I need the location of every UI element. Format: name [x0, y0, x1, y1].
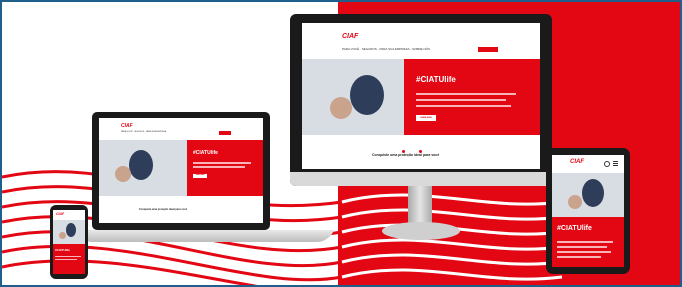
cta-button[interactable]: SAIBA MAIS [193, 174, 207, 178]
nav-item[interactable]: PARA VOCÊ [121, 131, 132, 133]
nav-menu: PARA VOCÊ · SEGUROS · PARA SUA EMPRESA ·… [342, 47, 430, 51]
hero-panel: #CIATUlife [552, 217, 624, 267]
hero-image [53, 220, 85, 244]
mother-image [66, 223, 76, 237]
hashtag: #CIATUlife [557, 225, 592, 232]
desktop-screen: CIAF PARA VOCÊ · SEGUROS · PARA SUA EMPR… [302, 23, 540, 169]
hashtag: #CIATUlife [55, 248, 70, 252]
baby-image [115, 166, 131, 182]
hero-banner: #CIATUlife SAIBA MAIS [99, 140, 263, 196]
tablet-screen: CIAF #CIATUlife [552, 155, 624, 267]
nav-item[interactable]: PARA SUA EMPRESA [146, 131, 166, 133]
cta-button[interactable]: SAIBA MAIS [416, 115, 436, 121]
mother-image [350, 75, 384, 115]
laptop: CIAF PARA VOCÊ · SEGUROS · PARA SUA EMPR… [79, 112, 334, 252]
header-button[interactable] [478, 47, 498, 52]
menu-icon[interactable] [613, 161, 618, 166]
carousel-dots[interactable] [402, 140, 436, 153]
nav-item[interactable]: PARA SUA EMPRESA [379, 47, 409, 51]
hero-panel: #CIATUlife SAIBA MAIS [187, 140, 263, 196]
nav-item[interactable]: SOBRE NÓS [412, 47, 430, 51]
mother-image [582, 179, 604, 207]
baby-image [568, 195, 582, 209]
phone-screen: CIAF #CIATUlife [53, 210, 85, 274]
monitor-stand-base [382, 222, 460, 240]
hero-banner: #CIATUlife SAIBA MAIS [302, 59, 540, 135]
hero-image [552, 173, 624, 217]
nav-item[interactable]: SEGUROS [134, 131, 144, 133]
hero-panel: #CIATUlife SAIBA MAIS [404, 59, 540, 135]
hero-panel: #CIATUlife [53, 244, 85, 274]
nav-menu: PARA VOCÊ · SEGUROS · PARA SUA EMPRESA [121, 131, 167, 133]
brand-logo: CIAF [570, 159, 584, 165]
section-caption: Conquiste uma proteção ideal para você [372, 153, 440, 157]
brand-logo: CIAF [342, 33, 359, 40]
monitor-stand-neck [408, 186, 432, 226]
brand-logo: CIAF [121, 123, 133, 129]
smartphone: CIAF #CIATUlife [50, 205, 88, 279]
showcase-frame: CIAF PARA VOCÊ · SEGUROS · PARA SUA EMPR… [0, 0, 682, 287]
header-button[interactable] [219, 131, 231, 135]
hashtag: #CIATUlife [193, 150, 218, 156]
tablet: CIAF #CIATUlife [546, 148, 630, 274]
search-icon[interactable] [604, 161, 610, 167]
hashtag: #CIATUlife [416, 75, 456, 84]
laptop-base [79, 230, 334, 242]
mother-image [129, 150, 153, 180]
brand-logo: CIAF [56, 212, 65, 216]
section-caption: Conquiste uma proteção ideal para você [139, 208, 188, 211]
nav-item[interactable]: SEGUROS [362, 47, 377, 51]
laptop-screen: CIAF PARA VOCÊ · SEGUROS · PARA SUA EMPR… [99, 118, 263, 223]
baby-image [59, 232, 66, 239]
nav-item[interactable]: PARA VOCÊ [342, 47, 359, 51]
